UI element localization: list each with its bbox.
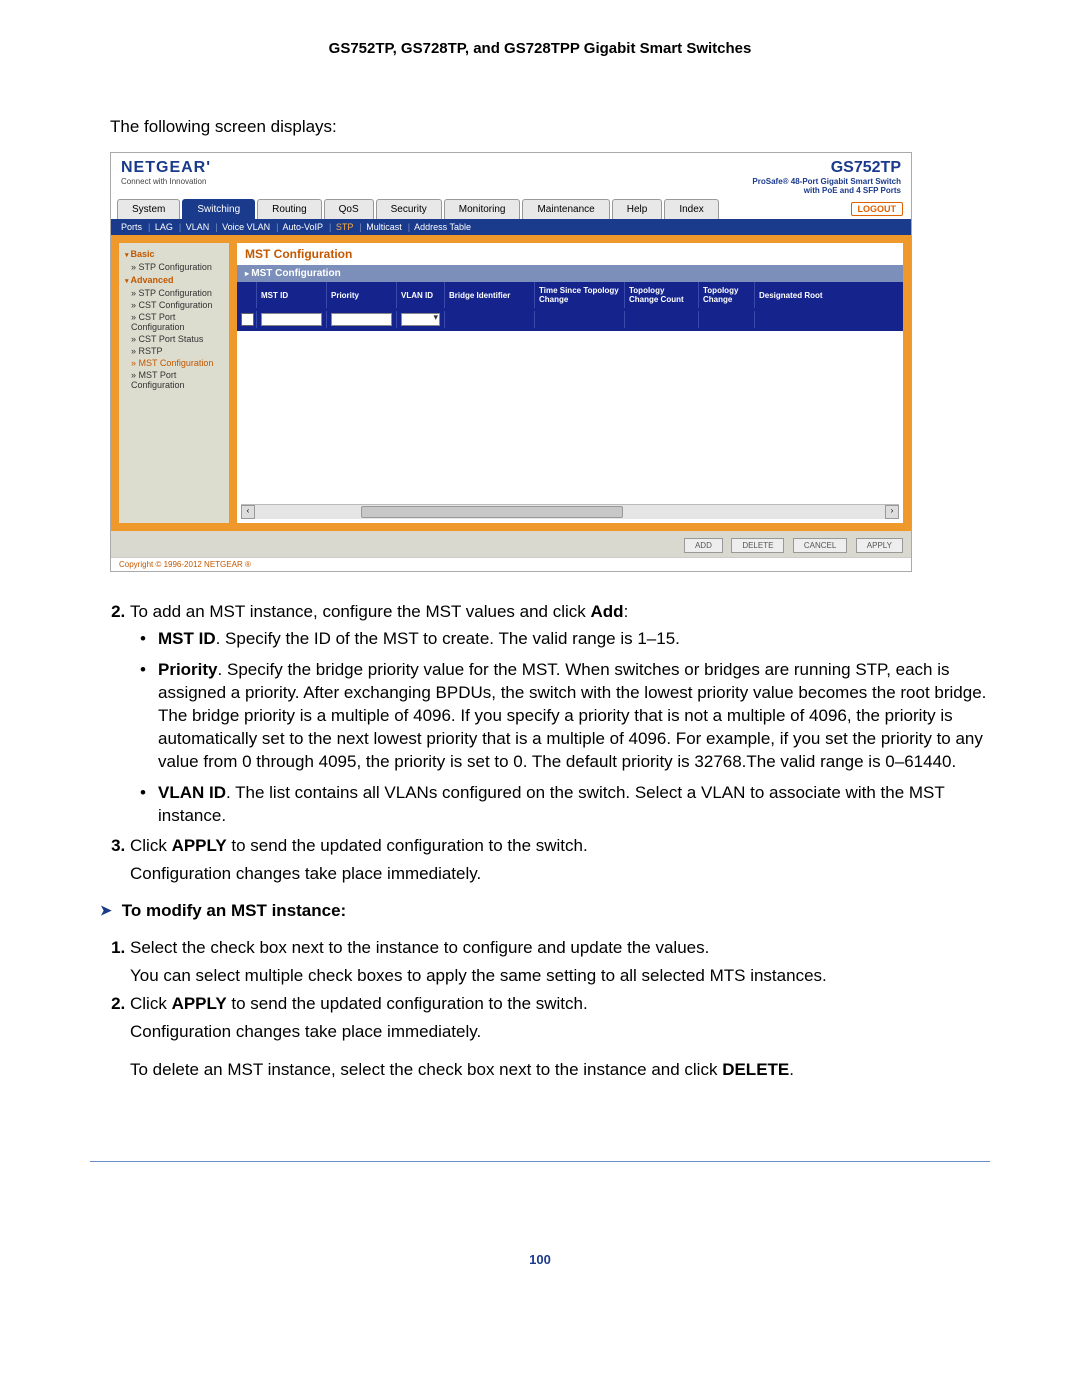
sidebar-item-stp-config[interactable]: » STP Configuration: [121, 261, 227, 273]
col-topcount: Topology Change Count: [625, 282, 699, 308]
screenshot-panel: NETGEAR' Connect with Innovation GS752TP…: [110, 152, 912, 572]
tab-maintenance[interactable]: Maintenance: [522, 199, 609, 219]
sidebar-item-mst-port-config[interactable]: » MST Port Configuration: [121, 369, 227, 391]
step-2: To add an MST instance, configure the MS…: [130, 602, 990, 828]
subtab-voicevlan[interactable]: Voice VLAN: [222, 222, 270, 232]
step-3: Click APPLY to send the updated configur…: [130, 836, 990, 884]
col-topchange: Topology Change: [699, 282, 755, 308]
modify-step-1: Select the check box next to the instanc…: [130, 938, 990, 986]
bullet-mstid: MST ID. Specify the ID of the MST to cre…: [158, 628, 990, 651]
doc-header: GS752TP, GS728TP, and GS728TPP Gigabit S…: [90, 40, 990, 57]
logout-button[interactable]: LOGOUT: [851, 202, 904, 216]
sidebar-item-cst-port-status[interactable]: » CST Port Status: [121, 333, 227, 345]
scroll-left-icon[interactable]: ‹: [241, 505, 255, 519]
col-vlanid: VLAN ID: [397, 282, 445, 308]
apply-button[interactable]: APPLY: [856, 538, 903, 553]
tab-routing[interactable]: Routing: [257, 199, 321, 219]
col-priority: Priority: [327, 282, 397, 308]
vlanid-select[interactable]: [401, 313, 440, 326]
add-button[interactable]: ADD: [684, 538, 723, 553]
tab-qos[interactable]: QoS: [324, 199, 374, 219]
task-modify-heading: ➤ To modify an MST instance:: [100, 901, 990, 921]
mstid-input[interactable]: [261, 313, 322, 326]
subtab-lag[interactable]: LAG: [155, 222, 173, 232]
main-tabs: System Switching Routing QoS Security Mo…: [111, 199, 911, 219]
sidebar-basic-head[interactable]: ▾ Basic: [121, 247, 227, 261]
model-name: GS752TP: [752, 159, 901, 177]
panel-bar: ▸ MST Configuration: [237, 265, 903, 282]
sidebar-advanced-head[interactable]: ▾ Advanced: [121, 273, 227, 287]
horizontal-scrollbar[interactable]: ‹ ›: [241, 504, 899, 519]
col-mstid: MST ID: [257, 282, 327, 308]
subtab-stp[interactable]: STP: [336, 222, 354, 232]
subtab-autovoip[interactable]: Auto-VoIP: [283, 222, 324, 232]
scroll-right-icon[interactable]: ›: [885, 505, 899, 519]
cancel-button[interactable]: CANCEL: [793, 538, 847, 553]
col-bridgeid: Bridge Identifier: [445, 282, 535, 308]
sidebar-item-rstp[interactable]: » RSTP: [121, 345, 227, 357]
sidebar-item-mst-config[interactable]: » MST Configuration: [121, 357, 227, 369]
task-arrow-icon: ➤: [100, 902, 112, 919]
tab-help[interactable]: Help: [612, 199, 663, 219]
tab-monitoring[interactable]: Monitoring: [444, 199, 521, 219]
footer-rule: [90, 1161, 990, 1162]
col-timesince: Time Since Topology Change: [535, 282, 625, 308]
subtab-multicast[interactable]: Multicast: [366, 222, 402, 232]
model-box: GS752TP ProSafe® 48-Port Gigabit Smart S…: [752, 159, 901, 195]
subtab-addresstable[interactable]: Address Table: [414, 222, 471, 232]
tab-security[interactable]: Security: [376, 199, 442, 219]
panel-title: MST Configuration: [237, 243, 903, 265]
bullet-vlanid: VLAN ID. The list contains all VLANs con…: [158, 782, 990, 828]
sidebar-item-cst-config[interactable]: » CST Configuration: [121, 299, 227, 311]
modify-step-2-after: Configuration changes take place immedia…: [130, 1022, 990, 1042]
priority-input[interactable]: [331, 313, 392, 326]
subtab-ports[interactable]: Ports: [121, 222, 142, 232]
modify-step-1-after: You can select multiple check boxes to a…: [130, 966, 990, 986]
tab-index[interactable]: Index: [664, 199, 718, 219]
config-table-input-row: [237, 308, 903, 331]
col-desroot: Designated Root: [755, 282, 903, 308]
brand-text: NETGEAR: [121, 159, 206, 176]
delete-button[interactable]: DELETE: [731, 538, 784, 553]
model-sub2: with PoE and 4 SFP Ports: [752, 186, 901, 195]
config-table-header: MST ID Priority VLAN ID Bridge Identifie…: [237, 282, 903, 308]
model-sub1: ProSafe® 48-Port Gigabit Smart Switch: [752, 177, 901, 186]
row-checkbox[interactable]: [241, 313, 254, 326]
sidebar: ▾ Basic » STP Configuration ▾ Advanced »…: [119, 243, 229, 523]
brand-tagline: Connect with Innovation: [121, 177, 210, 186]
tab-system[interactable]: System: [117, 199, 180, 219]
copyright-text: Copyright © 1996-2012 NETGEAR ®: [111, 557, 911, 571]
step-3-after: Configuration changes take place immedia…: [130, 864, 990, 884]
scroll-thumb[interactable]: [361, 506, 623, 518]
page-number: 100: [90, 1252, 990, 1267]
intro-text: The following screen displays:: [110, 117, 990, 137]
bullet-priority: Priority. Specify the bridge priority va…: [158, 659, 990, 774]
tab-switching[interactable]: Switching: [182, 199, 255, 219]
brand-logo: NETGEAR' Connect with Innovation: [121, 159, 210, 186]
action-bar: ADD DELETE CANCEL APPLY: [111, 531, 911, 557]
delete-instruction: To delete an MST instance, select the ch…: [130, 1059, 990, 1082]
config-panel: MST Configuration ▸ MST Configuration MS…: [237, 243, 903, 523]
sidebar-item-adv-stp[interactable]: » STP Configuration: [121, 287, 227, 299]
modify-step-2: Click APPLY to send the updated configur…: [130, 994, 990, 1042]
sub-tabs: Ports| LAG| VLAN| Voice VLAN| Auto-VoIP|…: [111, 219, 911, 235]
subtab-vlan[interactable]: VLAN: [186, 222, 210, 232]
sidebar-item-cst-port-config[interactable]: » CST Port Configuration: [121, 311, 227, 333]
